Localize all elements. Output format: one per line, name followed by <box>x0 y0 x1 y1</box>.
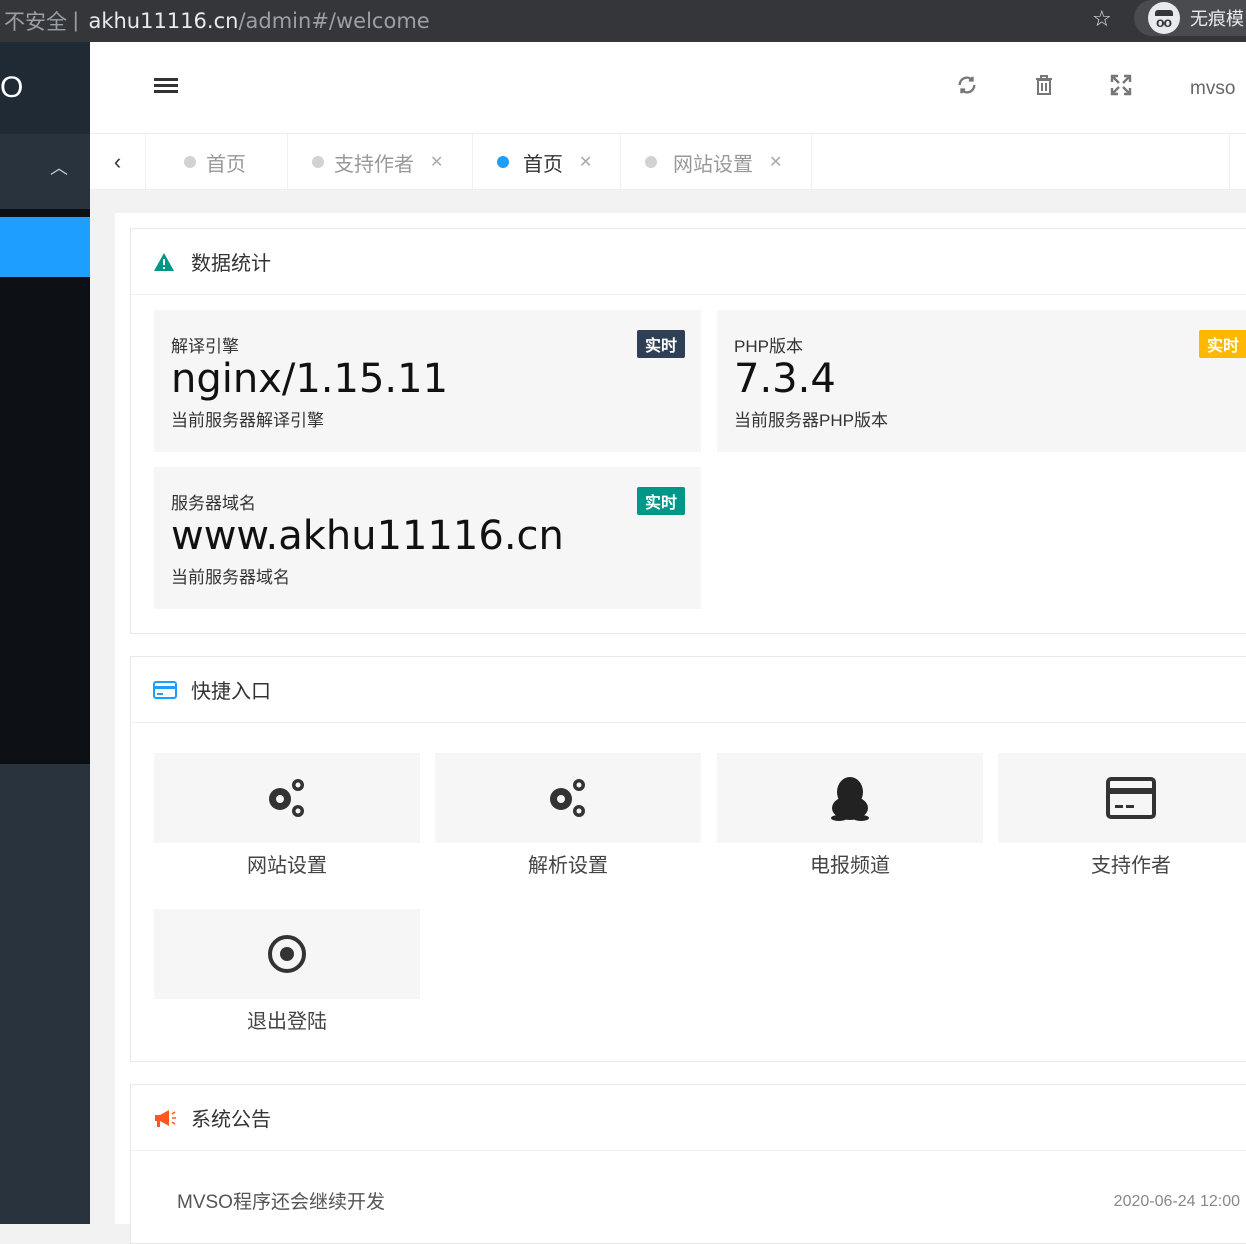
tab-label: 网站设置 <box>673 153 753 176</box>
stats-card-title: 数据统计 <box>191 253 271 275</box>
quick-item-logout[interactable] <box>154 909 420 999</box>
close-icon[interactable]: ✕ <box>430 152 443 172</box>
tab-dot <box>184 156 196 168</box>
top-header: mvso <box>90 42 1246 134</box>
quick-card-header: 快捷入口 <box>131 657 1246 723</box>
incognito-icon <box>1148 2 1180 34</box>
notice-card: 系统公告 MVSO程序还会继续开发 2020-06-24 12:00 <box>130 1084 1246 1244</box>
credit-card-icon <box>1106 777 1156 819</box>
quick-item-parse-settings[interactable] <box>435 753 701 843</box>
refresh-icon[interactable] <box>954 74 980 100</box>
chevron-up-icon[interactable]: ︿ <box>50 154 68 180</box>
bookmark-star-icon[interactable]: ☆ <box>1092 6 1112 32</box>
realtime-badge: 实时 <box>636 487 685 515</box>
megaphone-icon <box>153 1108 177 1128</box>
sidebar: O ︿ <box>0 42 90 1224</box>
quick-item-label[interactable]: 解析设置 <box>435 849 701 878</box>
quick-item-label[interactable]: 退出登陆 <box>154 1005 420 1034</box>
quick-item-telegram[interactable] <box>717 753 983 843</box>
quick-entry-card: 快捷入口 网站设置 解析设置 电报频道 支持作者 退出登陆 <box>130 656 1246 1062</box>
stat-domain: 服务器域名 实时 www.akhu11116.cn 当前服务器域名 <box>154 467 701 609</box>
tab-dot <box>497 156 509 168</box>
sidebar-logo[interactable]: O <box>0 42 90 134</box>
notice-card-title: 系统公告 <box>191 1109 271 1131</box>
quick-item-support[interactable] <box>998 753 1246 843</box>
sidebar-item-active[interactable] <box>0 217 90 277</box>
realtime-badge: 实时 <box>636 330 685 358</box>
url-separator: | <box>73 9 79 32</box>
quick-item-label[interactable]: 网站设置 <box>154 849 420 878</box>
tab-dot <box>312 156 324 168</box>
tab-support-author[interactable]: 支持作者 ✕ <box>288 134 473 190</box>
tab-divider <box>1229 134 1230 190</box>
quick-item-label[interactable]: 支持作者 <box>998 849 1246 878</box>
stat-desc: 当前服务器域名 <box>171 568 290 587</box>
warning-icon <box>153 252 177 272</box>
browser-toolbar: 不安全 | akhu11116.cn/admin#/welcome ☆ 无痕模 <box>0 0 1246 42</box>
stat-title: 服务器域名 <box>171 494 256 513</box>
target-icon <box>268 935 306 973</box>
qq-penguin-icon <box>831 777 869 821</box>
notice-item-date: 2020-06-24 12:00 <box>1113 1193 1240 1210</box>
stat-desc: 当前服务器解译引擎 <box>171 411 324 430</box>
tab-label: 首页 <box>523 153 563 176</box>
sidebar-submenu <box>0 209 90 764</box>
quick-card-title: 快捷入口 <box>191 681 271 703</box>
incognito-label: 无痕模 <box>1190 9 1244 29</box>
close-icon[interactable]: ✕ <box>769 152 782 172</box>
user-menu[interactable]: mvso <box>1190 78 1235 100</box>
url-host[interactable]: akhu11116.cn <box>88 9 238 33</box>
stat-value: nginx/1.15.11 <box>171 356 449 402</box>
close-icon[interactable]: ✕ <box>579 152 592 172</box>
quick-item-site-settings[interactable] <box>154 753 420 843</box>
stats-card-header: 数据统计 <box>131 229 1246 295</box>
stat-desc: 当前服务器PHP版本 <box>734 411 888 430</box>
stat-value: 7.3.4 <box>734 356 836 402</box>
fullscreen-icon[interactable] <box>1108 74 1134 100</box>
menu-toggle-icon[interactable] <box>154 78 178 98</box>
notice-card-header: 系统公告 <box>131 1085 1246 1151</box>
gears-icon <box>269 779 304 817</box>
tab-dot <box>645 156 657 168</box>
stat-php: PHP版本 实时 7.3.4 当前服务器PHP版本 <box>717 310 1246 452</box>
incognito-indicator[interactable]: 无痕模 <box>1134 0 1246 36</box>
stat-engine: 解译引擎 实时 nginx/1.15.11 当前服务器解译引擎 <box>154 310 701 452</box>
quick-item-label[interactable]: 电报频道 <box>717 849 983 878</box>
tab-home[interactable]: 首页 <box>146 134 288 190</box>
tab-bar: ‹ 首页 支持作者 ✕ 首页 ✕ 网站设置 ✕ <box>90 134 1246 190</box>
notice-item-text[interactable]: MVSO程序还会继续开发 <box>177 1187 385 1214</box>
tab-label: 首页 <box>206 153 246 176</box>
stat-value: www.akhu11116.cn <box>171 513 564 559</box>
main-content: 数据统计 解译引擎 实时 nginx/1.15.11 当前服务器解译引擎 PHP… <box>115 213 1246 1244</box>
gears-icon <box>550 779 585 817</box>
tab-site-settings[interactable]: 网站设置 ✕ <box>621 134 812 190</box>
security-indicator[interactable]: 不安全 <box>0 6 67 36</box>
stat-title: 解译引擎 <box>171 337 239 356</box>
realtime-badge: 实时 <box>1198 330 1246 358</box>
stats-card: 数据统计 解译引擎 实时 nginx/1.15.11 当前服务器解译引擎 PHP… <box>130 228 1246 634</box>
url-path[interactable]: /admin#/welcome <box>238 9 429 33</box>
sidebar-menu-group[interactable]: ︿ <box>0 134 90 209</box>
tab-home-active[interactable]: 首页 ✕ <box>473 134 621 190</box>
stat-title: PHP版本 <box>734 337 803 356</box>
tab-label: 支持作者 <box>334 153 414 176</box>
credit-card-icon <box>153 680 177 700</box>
tab-scroll-left-icon[interactable]: ‹ <box>90 134 146 190</box>
trash-icon[interactable] <box>1031 74 1057 100</box>
